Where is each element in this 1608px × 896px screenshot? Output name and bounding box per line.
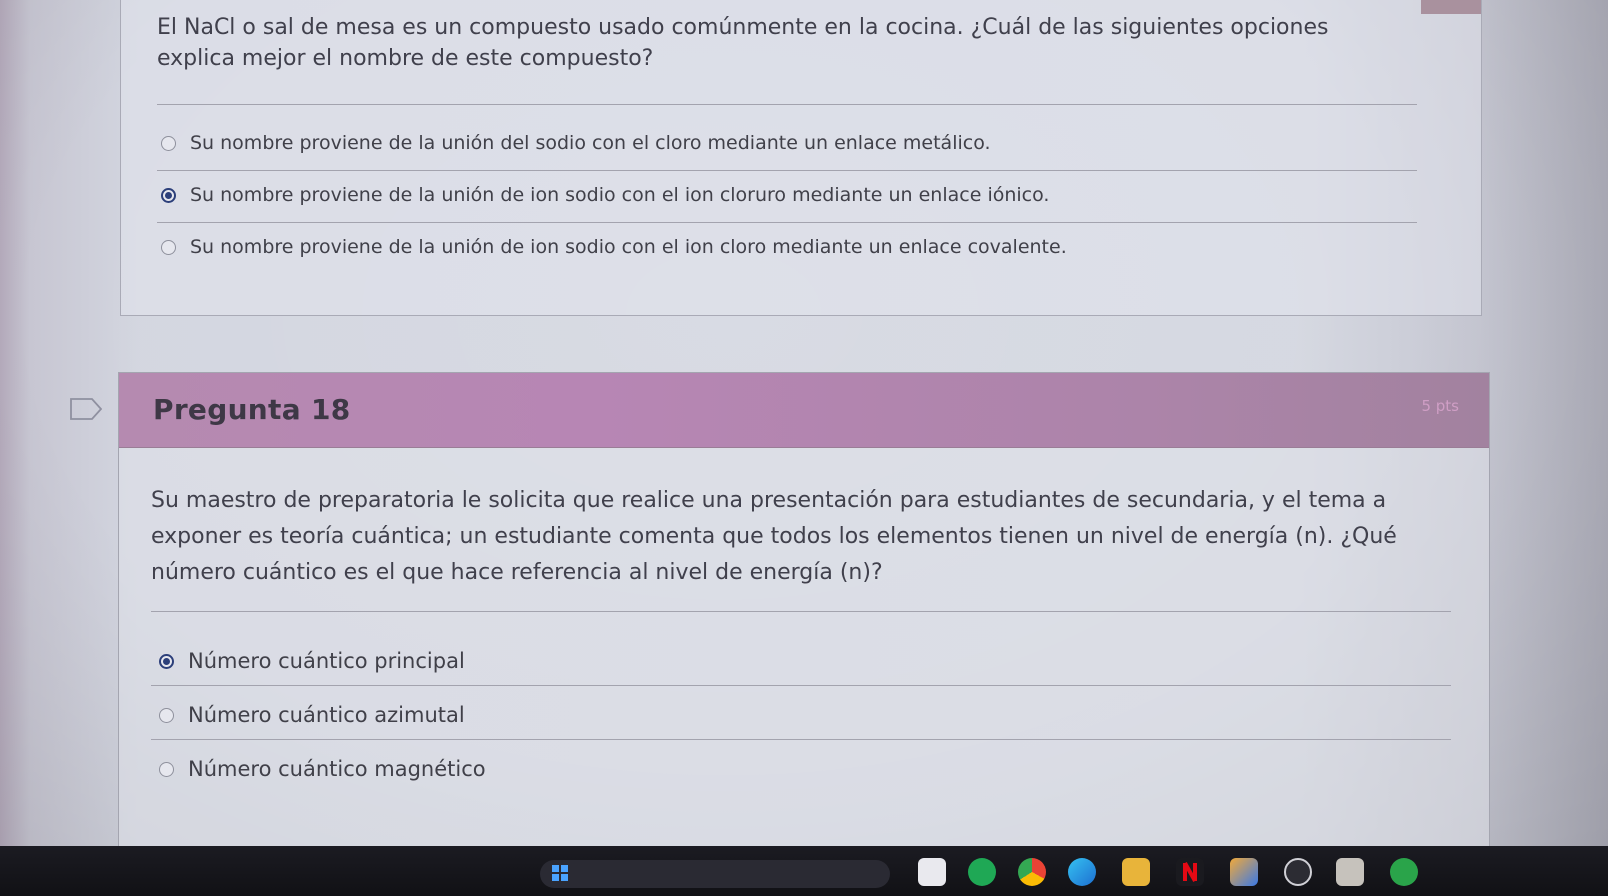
- question-title: Pregunta 18: [153, 393, 351, 426]
- netflix-icon[interactable]: [1176, 858, 1204, 886]
- answer-option-18-3[interactable]: Número cuántico magnético: [159, 757, 486, 781]
- question-18-header: Pregunta 18 5 pts: [119, 373, 1489, 448]
- flag-outline-icon[interactable]: [70, 398, 102, 420]
- answer-option-17-2[interactable]: Su nombre proviene de la unión de ion so…: [161, 184, 1049, 206]
- answer-option-18-1[interactable]: Número cuántico principal: [159, 649, 465, 673]
- folder-icon[interactable]: [1122, 858, 1150, 886]
- question-18-text: Su maestro de preparatoria le solicita q…: [151, 488, 1397, 585]
- netflix-glyph-icon: [1183, 862, 1197, 882]
- answer-option-18-2[interactable]: Número cuántico azimutal: [159, 703, 465, 727]
- radio-checked-icon[interactable]: [161, 187, 176, 203]
- chrome-icon[interactable]: [1018, 858, 1046, 886]
- answer-option-17-3[interactable]: Su nombre proviene de la unión de ion so…: [161, 236, 1067, 258]
- answer-option-17-1[interactable]: Su nombre proviene de la unión del sodio…: [161, 132, 991, 154]
- answer-option-label: Número cuántico azimutal: [188, 703, 465, 727]
- radio-unchecked-icon[interactable]: [161, 135, 176, 151]
- radio-unchecked-icon[interactable]: [159, 761, 174, 777]
- answer-option-label: Número cuántico magnético: [188, 757, 486, 781]
- answer-option-label: Su nombre proviene de la unión de ion so…: [190, 184, 1050, 206]
- answer-option-label: Su nombre proviene de la unión del sodio…: [190, 132, 991, 154]
- card-edge-strip: [1421, 0, 1481, 14]
- search-box[interactable]: [540, 860, 890, 888]
- question-17-card: El NaCl o sal de mesa es un compuesto us…: [120, 0, 1482, 316]
- divider: [151, 739, 1451, 740]
- start-menu-icon[interactable]: [552, 865, 568, 881]
- question-17-text: El NaCl o sal de mesa es un compuesto us…: [157, 15, 1329, 71]
- question-points: 5 pts: [1421, 397, 1459, 415]
- radio-unchecked-icon[interactable]: [159, 707, 174, 723]
- answer-option-label: Número cuántico principal: [188, 649, 465, 673]
- file-explorer-icon[interactable]: [918, 858, 946, 886]
- whatsapp-icon[interactable]: [968, 858, 996, 886]
- divider: [151, 611, 1451, 612]
- divider: [157, 104, 1417, 105]
- radio-unchecked-icon[interactable]: [161, 239, 176, 255]
- answer-option-label: Su nombre proviene de la unión de ion so…: [190, 236, 1067, 258]
- calendar-icon[interactable]: [1336, 858, 1364, 886]
- divider: [151, 685, 1451, 686]
- divider: [157, 170, 1417, 171]
- taskbar: [0, 846, 1608, 896]
- obs-icon[interactable]: [1284, 858, 1312, 886]
- question-18-card: Pregunta 18 5 pts Su maestro de preparat…: [118, 372, 1490, 852]
- divider: [157, 222, 1417, 223]
- app-icon[interactable]: [1230, 858, 1258, 886]
- edge-icon[interactable]: [1068, 858, 1096, 886]
- xbox-icon[interactable]: [1390, 858, 1418, 886]
- radio-checked-icon[interactable]: [159, 653, 174, 669]
